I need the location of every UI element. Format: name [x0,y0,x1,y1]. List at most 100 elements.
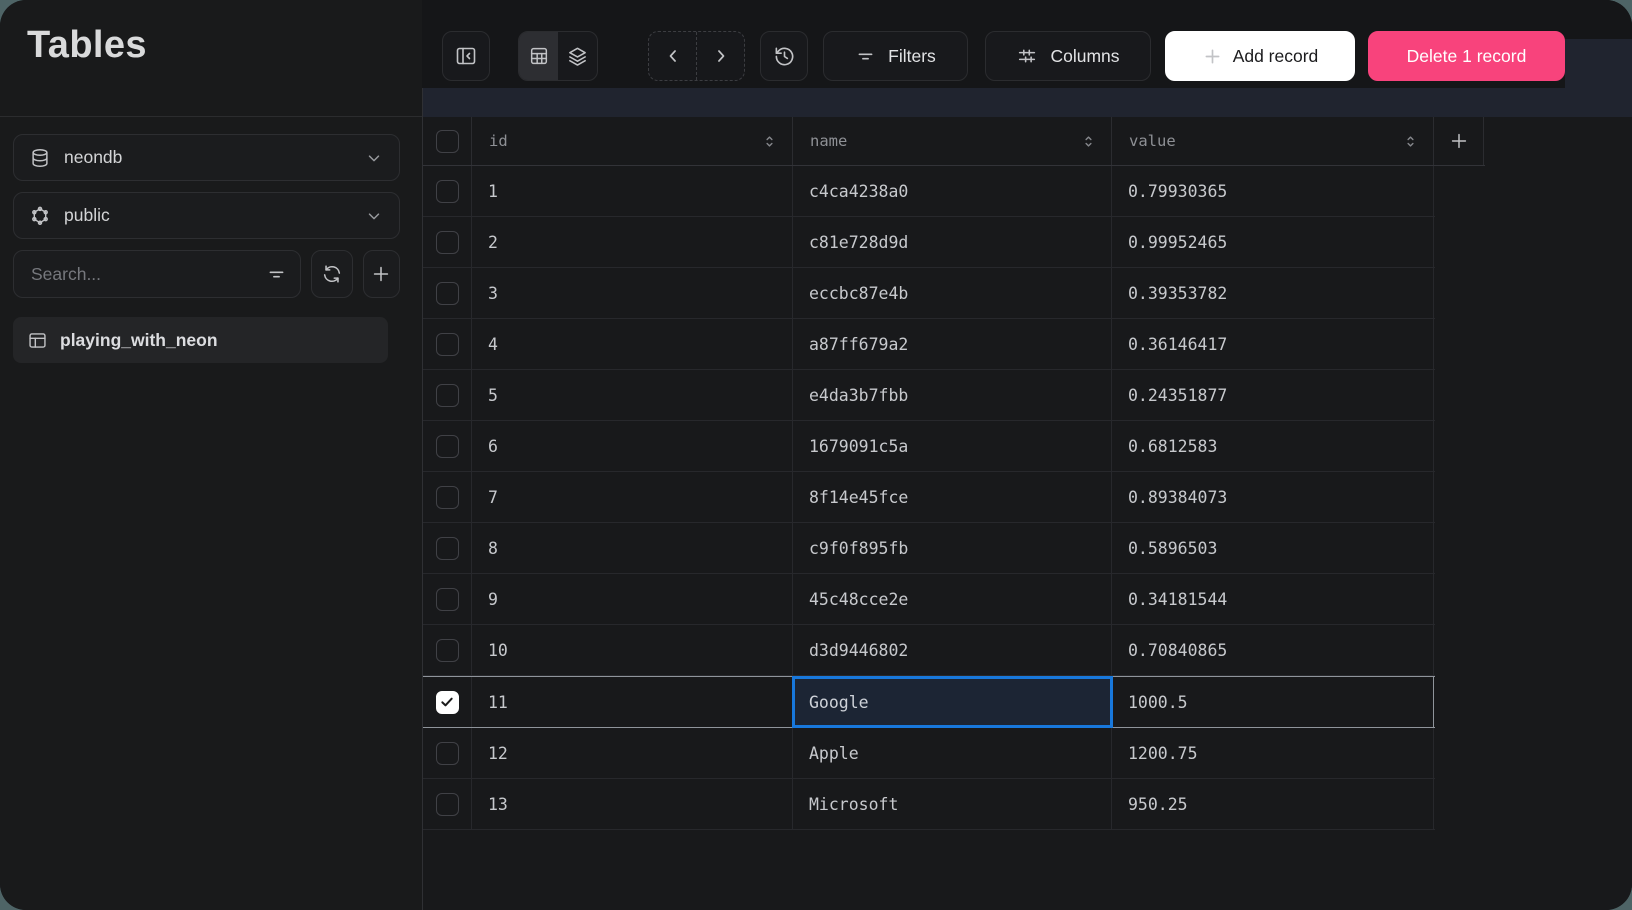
row-checkbox[interactable] [436,435,459,458]
select-all-checkbox[interactable] [436,130,459,153]
row-checkbox[interactable] [436,742,459,765]
cell-value[interactable]: 1000.5 [1112,677,1434,727]
row-checkbox[interactable] [436,588,459,611]
row-checkbox[interactable] [436,231,459,254]
cell-id[interactable]: 11 [472,677,793,727]
database-select[interactable]: neondb [13,134,400,181]
row-select-cell [423,574,472,624]
chevron-left-icon [663,46,683,66]
row-select-cell [423,319,472,369]
layers-view-icon [566,45,589,68]
cell-value[interactable]: 0.39353782 [1112,268,1434,318]
sidebar-toggle-button[interactable] [442,31,490,81]
cell-name[interactable]: c81e728d9d [793,217,1112,267]
cell-value[interactable]: 0.70840865 [1112,625,1434,675]
cell-name[interactable]: 8f14e45fce [793,472,1112,522]
column-header-value[interactable]: value [1112,117,1434,165]
prev-page-button[interactable] [649,32,697,80]
row-select-cell [423,472,472,522]
grid-view-button[interactable] [519,32,558,80]
add-column-icon [1448,130,1470,152]
sort-icon[interactable] [1079,132,1098,151]
cell-value[interactable]: 0.89384073 [1112,472,1434,522]
cell-name[interactable]: d3d9446802 [793,625,1112,675]
cell-name[interactable]: Apple [793,728,1112,778]
cell-id[interactable]: 12 [472,728,793,778]
refresh-button[interactable] [311,250,353,298]
sort-icon[interactable] [760,132,779,151]
table-row: 1 c4ca4238a0 0.79930365 [423,166,1435,217]
cell-id[interactable]: 9 [472,574,793,624]
cell-value[interactable]: 0.36146417 [1112,319,1434,369]
cell-id[interactable]: 1 [472,166,793,216]
row-checkbox[interactable] [436,537,459,560]
add-column-button[interactable] [1434,117,1484,165]
row-checkbox[interactable] [436,282,459,305]
layers-view-button[interactable] [558,32,597,80]
cell-value[interactable]: 950.25 [1112,779,1434,829]
cell-id[interactable]: 7 [472,472,793,522]
row-checkbox[interactable] [436,793,459,816]
search-input[interactable] [29,263,258,286]
cell-value[interactable]: 0.24351877 [1112,370,1434,420]
cell-value[interactable]: 0.79930365 [1112,166,1434,216]
row-checkbox[interactable] [436,691,459,714]
cell-name[interactable]: c9f0f895fb [793,523,1112,573]
row-checkbox[interactable] [436,333,459,356]
select-all-cell [423,117,472,165]
row-checkbox[interactable] [436,486,459,509]
row-checkbox[interactable] [436,639,459,662]
history-button[interactable] [760,31,808,81]
check-icon [439,489,455,505]
cell-name[interactable]: c4ca4238a0 [793,166,1112,216]
cell-value[interactable]: 0.5896503 [1112,523,1434,573]
delete-record-button[interactable]: Delete 1 record [1368,31,1565,81]
add-table-button[interactable] [363,250,400,298]
history-icon [773,45,796,68]
cell-name[interactable]: eccbc87e4b [793,268,1112,318]
cell-id[interactable]: 10 [472,625,793,675]
sidebar-item-playing_with_neon[interactable]: playing_with_neon [13,317,388,363]
row-select-cell [423,268,472,318]
schema-select[interactable]: public [13,192,400,239]
panel-left-icon [454,44,478,68]
cell-id[interactable]: 3 [472,268,793,318]
cell-value[interactable]: 0.34181544 [1112,574,1434,624]
row-checkbox[interactable] [436,180,459,203]
cell-value[interactable]: 0.6812583 [1112,421,1434,471]
sidebar-item-label: playing_with_neon [60,330,218,351]
add-record-button[interactable]: Add record [1165,31,1355,81]
table-row: 8 c9f0f895fb 0.5896503 [423,523,1435,574]
column-label: id [489,132,508,150]
cell-name[interactable]: a87ff679a2 [793,319,1112,369]
column-header-name[interactable]: name [793,117,1112,165]
columns-button[interactable]: Columns [985,31,1151,81]
table-search[interactable] [13,250,301,298]
filters-button[interactable]: Filters [823,31,968,81]
cell-id[interactable]: 5 [472,370,793,420]
cell-name[interactable]: Google [793,677,1112,727]
cell-id[interactable]: 13 [472,779,793,829]
cell-id[interactable]: 2 [472,217,793,267]
cell-value[interactable]: 1200.75 [1112,728,1434,778]
table-row: 9 45c48cce2e 0.34181544 [423,574,1435,625]
table-content: id name value [422,88,1632,910]
cell-name[interactable]: e4da3b7fbb [793,370,1112,420]
sort-icon[interactable] [1401,132,1420,151]
column-header-id[interactable]: id [472,117,793,165]
cell-name[interactable]: 45c48cce2e [793,574,1112,624]
cell-name[interactable]: Microsoft [793,779,1112,829]
cell-id[interactable]: 6 [472,421,793,471]
cell-id[interactable]: 8 [472,523,793,573]
table-row: 11 Google 1000.5 [423,676,1435,728]
cell-id[interactable]: 4 [472,319,793,369]
row-checkbox[interactable] [436,384,459,407]
row-select-cell [423,677,472,727]
toolbar: Filters Columns Add record Delete 1 [422,0,1632,88]
schema-select-value: public [64,205,352,226]
cell-value[interactable]: 0.99952465 [1112,217,1434,267]
check-icon [439,540,455,556]
cell-name[interactable]: 1679091c5a [793,421,1112,471]
filters-button-label: Filters [888,46,936,67]
next-page-button[interactable] [697,32,744,80]
